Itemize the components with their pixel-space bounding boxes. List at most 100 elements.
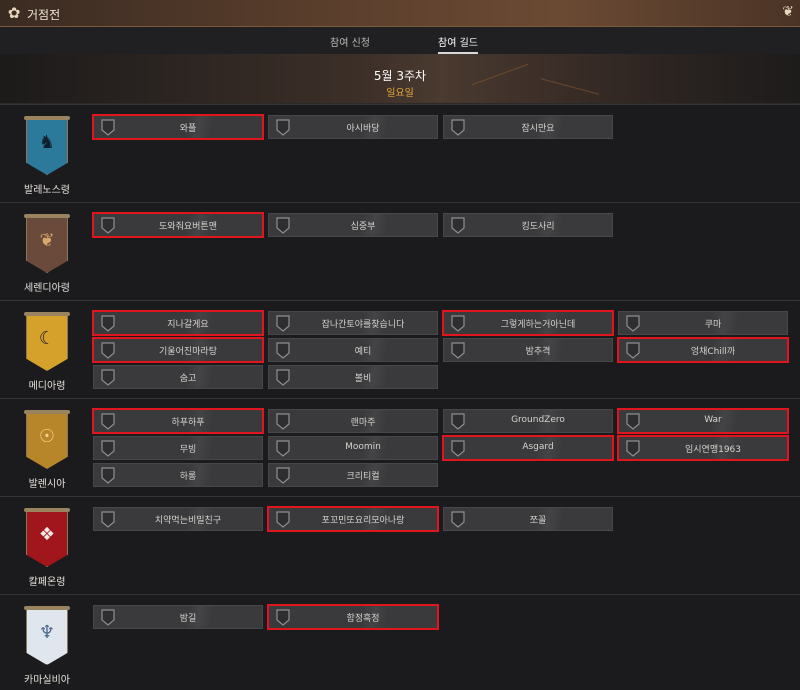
- guild-slot[interactable]: 기울어진마라탕: [92, 337, 264, 363]
- guild-name: 랜마주: [350, 418, 376, 428]
- guild-name: 임시연맹1963: [684, 445, 742, 455]
- guild-slot[interactable]: 예티: [268, 338, 438, 362]
- guild-name: 아시바당: [346, 124, 380, 134]
- guild-slot[interactable]: Moomin: [268, 436, 438, 460]
- region-name: 발레노스령: [24, 185, 70, 196]
- crest-rod: [24, 312, 70, 316]
- crest-rod: [24, 116, 70, 120]
- guild-emblem-icon: [101, 511, 115, 528]
- guild-emblem-icon: [626, 315, 640, 332]
- guild-slot[interactable]: 치약먹는비밀친구: [93, 507, 263, 531]
- guild-slot[interactable]: GroundZero: [443, 409, 613, 433]
- guild-emblem-icon: [101, 217, 115, 234]
- region-crest: ☾: [24, 312, 70, 371]
- guild-name: 도와줘요버튼맨: [159, 222, 217, 232]
- guild-emblem-icon: [276, 315, 290, 332]
- guild-slot[interactable]: 도와줘요버튼맨: [92, 212, 264, 238]
- guild-name: 와플: [179, 124, 197, 134]
- horse-icon: ♞: [38, 132, 56, 153]
- ornament-icon: ❦: [782, 4, 794, 20]
- guild-name: 크리티컬: [346, 472, 380, 482]
- sun-eye-icon: ☉: [38, 426, 56, 447]
- tree-icon: ❦: [39, 230, 55, 251]
- guild-emblem-icon: [626, 342, 640, 359]
- guild-slot[interactable]: 킹도사리: [443, 213, 613, 237]
- guild-emblem-icon: [101, 467, 115, 484]
- guild-emblem-icon: [451, 413, 465, 430]
- guild-emblem-icon: [101, 342, 115, 359]
- tab-apply[interactable]: 참여 신청: [320, 34, 380, 49]
- guild-name: 함정흑정: [346, 614, 380, 624]
- week-banner: 5월 3주차 일요일: [0, 54, 800, 104]
- guild-name: War: [704, 415, 722, 425]
- guild-name: Moomin: [345, 442, 381, 452]
- region-name: 카마실비아: [24, 675, 70, 686]
- guild-name: 무빙: [179, 445, 197, 455]
- guild-slot[interactable]: 아시바당: [268, 115, 438, 139]
- guild-slot[interactable]: 쪼꼴: [443, 507, 613, 531]
- title-bar: ✿ 거점전 ❦: [0, 0, 800, 27]
- guild-slot[interactable]: 크리티컬: [268, 463, 438, 487]
- guild-slot[interactable]: 볼비: [268, 365, 438, 389]
- region-name: 세렌디아령: [24, 283, 70, 294]
- guild-slot[interactable]: 엉채Chill까: [617, 337, 789, 363]
- guild-emblem-icon: [276, 467, 290, 484]
- crest-rod: [24, 214, 70, 218]
- guild-name: 엉채Chill까: [690, 347, 736, 357]
- guild-emblem-icon: [451, 217, 465, 234]
- region-crest: ♆: [24, 606, 70, 665]
- guild-slot[interactable]: 함정흑정: [267, 604, 439, 630]
- region-section: ❖ 칼페온령 치약먹는비밀친구 포꼬민또요리모아나랑 쪼꼴: [0, 496, 800, 594]
- guild-name: 그렇게하는거아닌데: [500, 320, 576, 330]
- eagle-icon: ❖: [38, 524, 56, 545]
- guild-slot[interactable]: 잠시만요: [443, 115, 613, 139]
- crest-rod: [24, 606, 70, 610]
- guild-emblem-icon: [276, 119, 290, 136]
- guild-slot[interactable]: 밤추격: [443, 338, 613, 362]
- guild-slot[interactable]: 지나갈게요: [92, 310, 264, 336]
- guild-name: 킹도사리: [521, 222, 555, 232]
- guild-slot[interactable]: 하롱: [93, 463, 263, 487]
- guild-name: 치약먹는비밀친구: [154, 516, 222, 526]
- guild-slot[interactable]: 하푸하푸: [92, 408, 264, 434]
- guild-emblem-icon: [626, 440, 640, 457]
- tab-bar: 참여 신청 참여 길드: [0, 27, 800, 54]
- guild-slot[interactable]: 그렇게하는거아닌데: [442, 310, 614, 336]
- guild-slot[interactable]: 무빙: [93, 436, 263, 460]
- guild-slot[interactable]: 와플: [92, 114, 264, 140]
- guild-slot[interactable]: Asgard: [442, 435, 614, 461]
- region-crest: ❦: [24, 214, 70, 273]
- guild-emblem-icon: [276, 609, 290, 626]
- guild-name: 하롱: [179, 472, 197, 482]
- tab-participating-guilds[interactable]: 참여 길드: [428, 34, 488, 49]
- guild-slot[interactable]: 포꼬민또요리모아나랑: [267, 506, 439, 532]
- guild-slot[interactable]: 잡나간토야를찾습니다: [268, 311, 438, 335]
- fortress-icon: ✿: [7, 4, 21, 22]
- region-name: 메디아령: [28, 381, 66, 392]
- guild-slot[interactable]: 밤길: [93, 605, 263, 629]
- guild-emblem-icon: [101, 119, 115, 136]
- guild-slot[interactable]: War: [617, 408, 789, 434]
- guild-emblem-icon: [101, 440, 115, 457]
- guild-name: 예티: [354, 347, 372, 357]
- guild-name: 십중부: [350, 222, 376, 232]
- guild-emblem-icon: [101, 369, 115, 386]
- guild-slot[interactable]: 임시연맹1963: [617, 435, 789, 461]
- guild-name: 밤길: [179, 614, 197, 624]
- guild-name: 잠시만요: [521, 124, 555, 134]
- guild-emblem-icon: [626, 413, 640, 430]
- guild-name: 잡나간토야를찾습니다: [321, 320, 405, 330]
- region-name: 발렌시아: [28, 479, 66, 490]
- guild-slot[interactable]: 십중부: [268, 213, 438, 237]
- guild-emblem-icon: [276, 413, 290, 430]
- guild-slot[interactable]: 쿠마: [618, 311, 788, 335]
- guild-emblem-icon: [276, 440, 290, 457]
- guild-slot[interactable]: 숨고: [93, 365, 263, 389]
- guild-emblem-icon: [276, 511, 290, 528]
- guild-name: 지나갈게요: [167, 320, 209, 330]
- window-title: 거점전: [27, 8, 61, 22]
- guild-slot[interactable]: 랜마주: [268, 409, 438, 433]
- guild-emblem-icon: [451, 342, 465, 359]
- crest-rod: [24, 410, 70, 414]
- region-section: ☾ 메디아령 지나갈게요 잡나간토야를찾습니다 그렇게하는거아닌데 쿠마기울어진마라탕 예티…: [0, 300, 800, 398]
